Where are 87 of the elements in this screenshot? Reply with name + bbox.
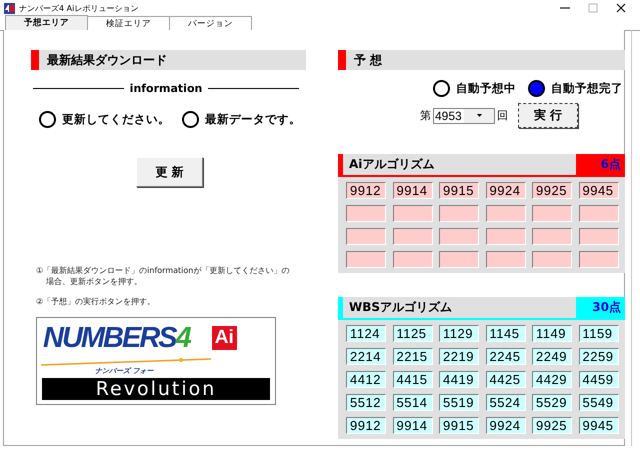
- radio-label: 最新データです。: [205, 112, 301, 127]
- number-cell: 9912: [346, 417, 386, 434]
- empty-cell: [392, 205, 432, 222]
- number-cell: 2215: [392, 348, 432, 365]
- empty-cell: [578, 205, 618, 222]
- update-button[interactable]: 更 新: [136, 157, 203, 187]
- app-icon: [4, 2, 15, 14]
- number-cell: 1159: [578, 325, 618, 342]
- tab[interactable]: 検証エリア: [87, 16, 170, 30]
- radio-button[interactable]: [39, 111, 56, 128]
- number-cell: 5512: [346, 394, 386, 411]
- execute-button[interactable]: 実 行: [518, 103, 578, 128]
- number-cell: 9945: [578, 417, 618, 434]
- number-cell: 2214: [346, 348, 386, 365]
- number-cell: 9925: [532, 182, 572, 199]
- number-cell: 5524: [486, 394, 526, 411]
- instruction-text: ②「予想」の実行ボタンを押す。: [36, 296, 156, 307]
- close-icon[interactable]: [616, 3, 626, 13]
- number-cell: 5519: [439, 394, 479, 411]
- number-cell: 4425: [486, 371, 526, 388]
- number-cell: 1129: [439, 325, 479, 342]
- number-cell: 9915: [439, 417, 479, 434]
- status-label: 自動予想中: [456, 81, 516, 96]
- round-prefix: 第: [420, 108, 431, 123]
- empty-cell: [439, 228, 479, 245]
- empty-cell: [532, 228, 572, 245]
- empty-cell: [439, 251, 479, 268]
- empty-cell: [486, 205, 526, 222]
- radio-button[interactable]: [433, 80, 450, 97]
- empty-cell: [578, 228, 618, 245]
- number-cell: 5549: [578, 394, 618, 411]
- empty-cell: [346, 251, 386, 268]
- section-header: 最新結果ダウンロード: [31, 50, 306, 70]
- empty-cell: [532, 251, 572, 268]
- starburst-line-icon: [41, 358, 211, 366]
- number-cell: 9914: [392, 417, 432, 434]
- number-cell: 1124: [346, 325, 386, 342]
- number-cell: 5529: [532, 394, 572, 411]
- radio-button[interactable]: [182, 111, 199, 128]
- logo-badge: Ai: [212, 326, 237, 350]
- number-cell: 9925: [532, 417, 572, 434]
- number-cell: 4429: [532, 371, 572, 388]
- number-cell: 9915: [439, 182, 479, 199]
- status-label: 自動予想完了: [551, 81, 623, 96]
- empty-cell: [439, 205, 479, 222]
- radio-label: 更新してください。: [62, 112, 170, 127]
- instruction-text: ①「最新結果ダウンロード」のinformationが「更新してください」の場合、更新ボタンを押す。: [36, 265, 290, 287]
- number-cell: 4415: [392, 371, 432, 388]
- logo-wordmark: NUMBERS4: [43, 321, 192, 355]
- empty-cell: [578, 251, 618, 268]
- empty-cell: [486, 228, 526, 245]
- number-cell: 9914: [392, 182, 432, 199]
- radio-button[interactable]: [528, 80, 545, 97]
- info-label: information: [130, 82, 202, 95]
- round-suffix: 回: [497, 108, 508, 123]
- empty-cell: [346, 205, 386, 222]
- round-select[interactable]: 4953: [433, 108, 495, 124]
- logo-subtitle: Revolution: [42, 378, 270, 400]
- empty-cell: [346, 228, 386, 245]
- result-title: WBSアルゴリズム: [348, 299, 454, 316]
- result-title: Aiアルゴリズム: [348, 156, 436, 173]
- number-cell: 4412: [346, 371, 386, 388]
- number-cell: 9924: [486, 417, 526, 434]
- number-cell: 2259: [578, 348, 618, 365]
- number-cell: 2249: [532, 348, 572, 365]
- number-cell: 2245: [486, 348, 526, 365]
- empty-cell: [486, 251, 526, 268]
- number-cell: 1145: [486, 325, 526, 342]
- section-header: 予 想: [338, 50, 625, 70]
- empty-cell: [392, 228, 432, 245]
- tab[interactable]: 予想エリア: [5, 15, 88, 30]
- number-cell: 2219: [439, 348, 479, 365]
- number-cell: 1125: [392, 325, 432, 342]
- empty-cell: [532, 205, 572, 222]
- number-cell: 4459: [578, 371, 618, 388]
- number-cell: 5514: [392, 394, 432, 411]
- tab[interactable]: バージョン: [169, 16, 252, 30]
- dropdown-caret-icon: [477, 114, 482, 117]
- window-title: ナンバーズ4 Aiレボリューション: [19, 2, 140, 14]
- number-cell: 4419: [439, 371, 479, 388]
- number-cell: 9945: [578, 182, 618, 199]
- empty-cell: [392, 251, 432, 268]
- result-count: 6点: [576, 154, 625, 175]
- number-cell: 9924: [486, 182, 526, 199]
- result-count: 30点: [576, 297, 625, 318]
- number-cell: 9912: [346, 182, 386, 199]
- number-cell: 1149: [532, 325, 572, 342]
